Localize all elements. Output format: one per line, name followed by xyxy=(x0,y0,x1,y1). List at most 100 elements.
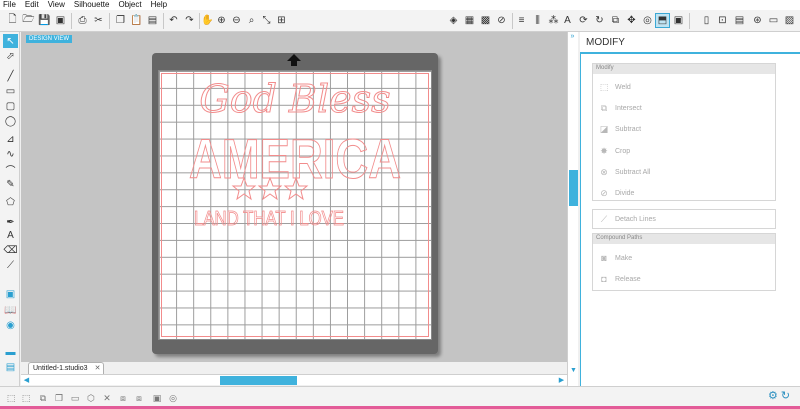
vertical-scroll-thumb[interactable] xyxy=(569,170,578,206)
fill-gradient-icon[interactable]: ▦ xyxy=(462,13,477,28)
zoom-out-icon[interactable]: ⊖ xyxy=(229,13,244,28)
text-style-icon[interactable]: A xyxy=(560,13,575,28)
send-back-icon[interactable]: ⧈ xyxy=(132,391,146,405)
save-as-icon[interactable]: ▣ xyxy=(53,13,68,28)
polygon-tool-icon[interactable]: ⊿ xyxy=(3,132,18,146)
trace-icon[interactable]: ▣ xyxy=(671,13,686,28)
undo-icon[interactable]: ↶ xyxy=(166,13,181,28)
redo-icon[interactable]: ↷ xyxy=(182,13,197,28)
design-artwork[interactable]: God Bless AMERICA LAND THAT I LOVE xyxy=(158,70,432,270)
zoom-select-icon[interactable]: ⌕ xyxy=(244,13,259,28)
delete-icon[interactable]: ❐ xyxy=(52,391,66,405)
paste-icon[interactable]: 📋 xyxy=(129,13,144,28)
fit-to-page-icon[interactable]: ⊞ xyxy=(274,13,289,28)
design-page-icon[interactable]: ▣ xyxy=(3,287,18,301)
fill-pattern-icon[interactable]: ▩ xyxy=(478,13,493,28)
weld-button[interactable]: ⬚ Weld xyxy=(597,80,631,94)
arrange-icon[interactable]: ▭ xyxy=(68,391,82,405)
drag-zoom-icon[interactable]: ⤡ xyxy=(259,13,274,28)
copy-icon[interactable]: ❐ xyxy=(113,13,128,28)
open-folder-icon[interactable]: 🗁 xyxy=(21,13,36,28)
scroll-right-icon[interactable]: ▶ xyxy=(557,376,566,385)
transform-icon[interactable]: ⟳ xyxy=(576,13,591,28)
scroll-down-icon[interactable]: ▼ xyxy=(569,366,578,375)
modify-icon[interactable]: ⬒ xyxy=(655,13,670,28)
close-tab-icon[interactable]: ✕ xyxy=(95,363,101,374)
panel-title: MODIFY xyxy=(586,37,625,48)
store-globe-icon[interactable]: ◉ xyxy=(3,318,18,332)
crop-button[interactable]: ✸ Crop xyxy=(597,144,630,158)
cut-panel-icon[interactable]: ▤ xyxy=(3,360,18,374)
subtract-button[interactable]: ◪ Subtract xyxy=(597,122,641,136)
crop-icon: ✸ xyxy=(600,145,608,156)
pan-hand-icon[interactable]: ✋ xyxy=(200,13,215,28)
curve-tool-icon[interactable]: ∿ xyxy=(3,147,18,161)
panel-collapse-icon[interactable]: » xyxy=(567,33,578,42)
scale-icon[interactable]: ⧉ xyxy=(608,13,623,28)
canvas-horizontal-scrollbar[interactable]: ◀ ▶ xyxy=(21,374,567,385)
library-book-icon[interactable]: 📖 xyxy=(3,303,18,317)
save-icon[interactable]: 💾 xyxy=(37,13,52,28)
menu-edit[interactable]: Edit xyxy=(25,0,39,10)
edit-points-icon[interactable]: ⬀ xyxy=(3,49,18,63)
library-icon[interactable]: ⊛ xyxy=(750,13,765,28)
align-icon[interactable]: ⫼ xyxy=(530,13,545,28)
rotate-icon[interactable]: ↻ xyxy=(592,13,607,28)
polygon-shape-icon[interactable]: ⬠ xyxy=(3,195,18,209)
cut-icon[interactable]: ✂ xyxy=(91,13,106,28)
intersect-button[interactable]: ⧉ Intersect xyxy=(597,101,642,115)
send-to-cutter-icon[interactable]: ▭ xyxy=(766,13,781,28)
menu-file[interactable]: File xyxy=(3,0,16,10)
store-icon[interactable]: ▨ xyxy=(782,13,797,28)
menu-help[interactable]: Help xyxy=(151,0,167,10)
compound-paths-header: Compound Paths xyxy=(593,234,775,244)
text-tool-icon[interactable]: A xyxy=(3,228,18,242)
divide-button[interactable]: ⊘ Divide xyxy=(597,186,634,200)
canvas-vertical-scrollbar[interactable]: ▼ xyxy=(567,32,578,386)
release-compound-path-icon[interactable]: ◎ xyxy=(166,391,180,405)
release-compound-button[interactable]: ◘ Release xyxy=(597,272,640,286)
line-style-icon[interactable]: ≡ xyxy=(514,13,529,28)
ungroup-icon[interactable]: ✕ xyxy=(100,391,114,405)
panel-toggle-icon[interactable]: ▬ xyxy=(3,345,18,359)
document-tab[interactable]: Untitled-1.studio3 ✕ xyxy=(28,362,105,374)
freehand-tool-icon[interactable]: ✎ xyxy=(3,177,18,191)
offset-icon[interactable]: ◎ xyxy=(640,13,655,28)
duplicate-icon[interactable]: ⧉ xyxy=(36,391,50,405)
group-icon[interactable]: ⬡ xyxy=(84,391,98,405)
paste-in-front-icon[interactable]: ▤ xyxy=(145,13,160,28)
make-compound-button[interactable]: ◙ Make xyxy=(597,251,632,265)
menu-view[interactable]: View xyxy=(48,0,65,10)
cut-settings-icon[interactable]: ▤ xyxy=(732,13,747,28)
menu-object[interactable]: Object xyxy=(118,0,141,10)
subtract-all-button[interactable]: ⊗ Subtract All xyxy=(597,165,650,179)
ellipse-tool-icon[interactable]: ◯ xyxy=(3,114,18,128)
rectangle-tool-icon[interactable]: ▭ xyxy=(3,84,18,98)
knife-tool-icon[interactable]: ⟋ xyxy=(3,258,18,272)
registration-marks-icon[interactable]: ⊡ xyxy=(715,13,730,28)
line-tool-icon[interactable]: ╱ xyxy=(3,69,18,83)
fill-color-icon[interactable]: ◈ xyxy=(446,13,461,28)
pen-tool-icon[interactable]: ✒ xyxy=(3,215,18,229)
scroll-left-icon[interactable]: ◀ xyxy=(22,376,31,385)
line-color-icon[interactable]: ⊘ xyxy=(494,13,509,28)
menu-silhouette[interactable]: Silhouette xyxy=(74,0,110,10)
select-all-icon[interactable]: ⬚ xyxy=(4,391,18,405)
select-tool-icon[interactable]: ↖ xyxy=(3,34,18,48)
page-setup-icon[interactable]: ▯ xyxy=(699,13,714,28)
bring-front-icon[interactable]: ⧈ xyxy=(116,391,130,405)
settings-gear-icon[interactable]: ⚙ ↻ xyxy=(768,389,790,402)
make-compound-path-icon[interactable]: ▣ xyxy=(150,391,164,405)
replicate-icon[interactable]: ⁂ xyxy=(546,13,561,28)
horizontal-scroll-thumb[interactable] xyxy=(220,376,297,385)
print-icon[interactable]: ⎙ xyxy=(75,13,90,28)
rounded-rectangle-icon[interactable]: ▢ xyxy=(3,99,18,113)
deselect-icon[interactable]: ⬚ xyxy=(19,391,33,405)
new-document-icon[interactable]: 🗋 xyxy=(5,13,20,28)
arc-tool-icon[interactable]: ⌒ xyxy=(3,162,18,177)
detach-lines-button[interactable]: ⟋ Detach Lines xyxy=(597,212,656,226)
move-icon[interactable]: ✥ xyxy=(624,13,639,28)
eraser-tool-icon[interactable]: ⌫ xyxy=(3,243,18,257)
release-compound-icon: ◘ xyxy=(601,274,607,284)
zoom-in-icon[interactable]: ⊕ xyxy=(214,13,229,28)
